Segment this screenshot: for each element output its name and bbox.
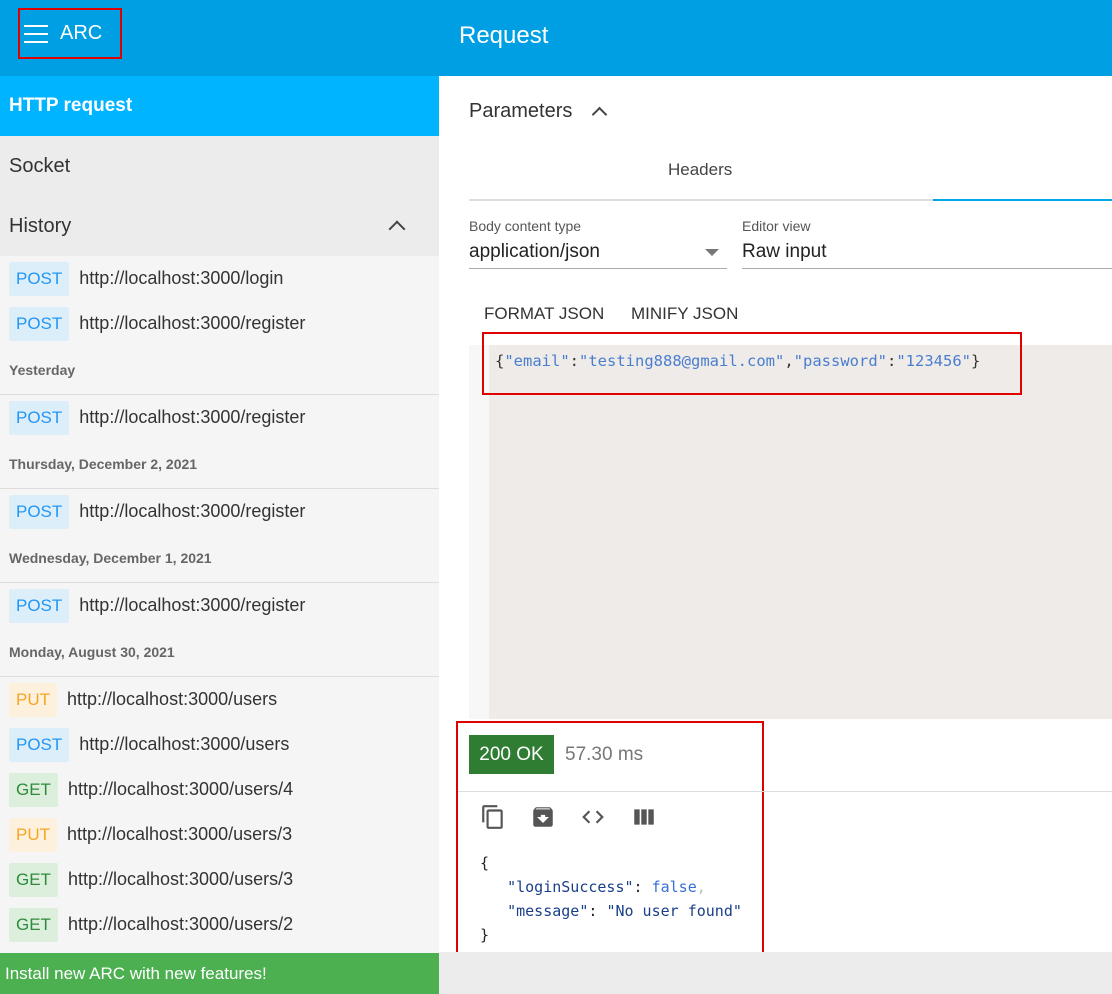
method-badge: GET — [9, 772, 58, 807]
history-item[interactable]: POST http://localhost:3000/register — [0, 583, 439, 628]
history-item[interactable]: POST http://localhost:3000/users — [0, 722, 439, 767]
brace: { — [495, 352, 505, 370]
history-label: History — [9, 214, 72, 237]
json-value: "123456" — [896, 352, 971, 370]
history-date-header: Wednesday, December 1, 2021 — [0, 534, 439, 583]
history-item[interactable]: POST http://localhost:3000/register — [0, 395, 439, 440]
hamburger-menu-icon[interactable] — [24, 24, 48, 43]
status-badge: 200 OK — [469, 735, 554, 774]
install-banner[interactable]: Install new ARC with new features! — [0, 953, 439, 994]
copy-icon[interactable] — [480, 804, 506, 830]
method-badge: POST — [9, 494, 70, 529]
history-url: http://localhost:3000/login — [79, 268, 284, 288]
history-url: http://localhost:3000/users/3 — [67, 824, 293, 844]
columns-icon[interactable] — [631, 804, 657, 830]
parameters-toggle[interactable]: Parameters — [469, 100, 608, 123]
history-url: http://localhost:3000/register — [79, 595, 306, 615]
editor-view-select[interactable]: Raw input — [742, 241, 827, 263]
history-item[interactable]: POST http://localhost:3000/register — [0, 489, 439, 534]
history-item[interactable]: PUT http://localhost:3000/users/3 — [0, 812, 439, 857]
json-key: "email" — [504, 352, 570, 370]
history-date-header: Thursday, December 2, 2021 — [0, 440, 439, 489]
page-title: Request — [459, 22, 549, 49]
main-footer — [439, 952, 1112, 994]
json-value: false — [651, 878, 697, 896]
history-url: http://localhost:3000/register — [79, 407, 306, 427]
body-code-line[interactable]: {"email":"testing888@gmail.com","passwor… — [495, 352, 980, 370]
history-item[interactable]: POST http://localhost:3000/login — [0, 256, 439, 301]
comma: , — [784, 352, 794, 370]
method-badge: POST — [9, 588, 70, 623]
history-item[interactable]: PUT http://localhost:3000/users — [0, 677, 439, 722]
history-item[interactable]: GET http://localhost:3000/users/4 — [0, 767, 439, 812]
divider — [458, 791, 1112, 792]
sidebar: HTTP request Socket History POST http://l… — [0, 76, 439, 994]
body-content-type-label: Body content type — [469, 218, 582, 234]
json-key: "loginSuccess" — [507, 878, 634, 896]
body-editor[interactable] — [469, 345, 1112, 719]
history-url: http://localhost:3000/users/4 — [67, 779, 294, 799]
editor-view-label: Editor view — [742, 218, 811, 234]
method-badge: GET — [9, 907, 58, 942]
history-item[interactable]: GET http://localhost:3000/users/3 — [0, 857, 439, 902]
method-badge: POST — [9, 727, 70, 762]
request-panel: Parameters Headers Body content type app… — [439, 76, 1112, 994]
minify-json-button[interactable]: MINIFY JSON — [631, 304, 738, 324]
history-item[interactable]: GET http://localhost:3000/users/2 — [0, 902, 439, 947]
menu-button[interactable]: ARC — [18, 8, 122, 59]
parameters-label: Parameters — [469, 100, 573, 122]
save-icon[interactable] — [530, 804, 556, 830]
method-badge: POST — [9, 261, 70, 296]
brace: } — [971, 352, 981, 370]
history-item[interactable]: POST http://localhost:3000/register — [0, 301, 439, 346]
brace: } — [480, 926, 490, 944]
method-badge: POST — [9, 400, 70, 435]
history-date-header: Monday, August 30, 2021 — [0, 628, 439, 677]
history-list: POST http://localhost:3000/login POST http:… — [0, 256, 439, 947]
nav-item-history[interactable]: History — [0, 196, 439, 256]
select-underline — [469, 268, 727, 269]
history-url: http://localhost:3000/users/2 — [67, 914, 294, 934]
method-badge: PUT — [9, 682, 57, 717]
json-key: "message" — [507, 902, 589, 920]
history-date-header: Yesterday — [0, 346, 439, 395]
history-url: http://localhost:3000/users/3 — [67, 869, 294, 889]
tab-headers[interactable]: Headers — [668, 160, 732, 180]
nav-item-http-request[interactable]: HTTP request — [0, 76, 439, 136]
format-json-button[interactable]: FORMAT JSON — [484, 304, 604, 324]
colon: : — [569, 352, 580, 370]
chevron-up-icon[interactable] — [388, 220, 406, 238]
app-name: ARC — [60, 22, 103, 44]
history-url: http://localhost:3000/users — [67, 689, 278, 709]
response-time: 57.30 ms — [565, 744, 644, 765]
code-view-icon[interactable] — [580, 804, 606, 830]
response-json: { "loginSuccess": false, "message": "No … — [480, 854, 742, 944]
tab-active-indicator — [933, 199, 1112, 201]
editor-gutter — [469, 345, 489, 719]
json-value: "No user found" — [606, 902, 742, 920]
history-url: http://localhost:3000/register — [79, 501, 306, 521]
colon: : — [887, 352, 897, 370]
top-app-bar: ARC Request — [0, 0, 1112, 76]
json-value: "testing888@gmail.com" — [579, 352, 785, 370]
body-content-type-select[interactable]: application/json — [469, 241, 600, 263]
method-badge: PUT — [9, 817, 57, 852]
method-badge: POST — [9, 306, 70, 341]
json-key: "password" — [793, 352, 887, 370]
dropdown-arrow-icon[interactable] — [705, 249, 719, 256]
nav-item-socket[interactable]: Socket — [0, 136, 439, 196]
chevron-up-icon — [592, 106, 608, 123]
brace: { — [480, 854, 490, 872]
history-url: http://localhost:3000/users — [79, 734, 290, 754]
method-badge: GET — [9, 862, 58, 897]
select-underline — [742, 268, 1112, 269]
history-url: http://localhost:3000/register — [79, 313, 306, 333]
